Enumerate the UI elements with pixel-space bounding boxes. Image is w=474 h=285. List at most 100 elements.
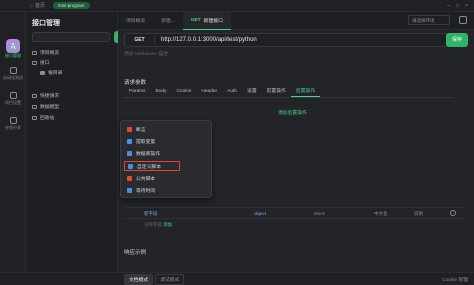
method-select[interactable]: GET bbox=[125, 37, 155, 43]
menu-item-extract[interactable]: 提取变量 bbox=[124, 136, 210, 146]
trash-icon bbox=[32, 115, 37, 120]
param-desc[interactable]: 说明 bbox=[414, 211, 423, 217]
menu-label: 断言 bbox=[136, 127, 146, 133]
minimize-icon[interactable]: – bbox=[447, 3, 450, 9]
tab-settings[interactable]: 设置 bbox=[242, 87, 262, 97]
response-title: 响应示例 bbox=[124, 250, 147, 256]
menu-label: 提取变量 bbox=[136, 139, 156, 145]
tab-label: 项目概览 bbox=[126, 19, 146, 24]
gear-icon[interactable] bbox=[450, 210, 456, 216]
tab-params[interactable]: Params bbox=[124, 87, 151, 97]
tree-label: 数据模型 bbox=[40, 105, 60, 110]
status-right: Cookie 管理 bbox=[442, 276, 468, 283]
menu-item-public-script[interactable]: 公共脚本 bbox=[124, 173, 210, 183]
tab-new-api[interactable]: GET 新建接口 bbox=[182, 11, 231, 30]
assert-icon bbox=[127, 126, 132, 132]
menu-item-assert[interactable]: 断言 bbox=[124, 124, 210, 134]
left-rail: A 接口管理 自动化测试 项目设置 在线分享 bbox=[0, 12, 26, 285]
menu-label: 数据库操作 bbox=[136, 151, 160, 157]
tree-item-overview[interactable]: 项目概览 bbox=[32, 49, 59, 56]
panel-title: 接口管理 bbox=[32, 20, 60, 27]
url-bar: GET http://127.0.0.1:3000/api/test/pytho… bbox=[124, 33, 448, 47]
maximize-icon[interactable]: □ bbox=[456, 3, 459, 9]
env-select[interactable]: 请选择环境 bbox=[408, 15, 450, 25]
status-bar: 文档模式 调试模式 Cookie 管理 bbox=[0, 272, 474, 285]
param-row: 新字段 object Mock 中文名 说明 bbox=[124, 207, 464, 219]
post-op-dropdown: 断言 提取变量 数据库操作 自定义脚本 公共脚本 等待时间 bbox=[120, 120, 212, 198]
test-icon bbox=[9, 67, 17, 74]
save-button[interactable]: 保存 bbox=[446, 33, 468, 47]
api-icon bbox=[9, 45, 17, 52]
param-mock[interactable]: Mock bbox=[314, 211, 325, 216]
folder-icon bbox=[40, 70, 45, 75]
tree-item-root[interactable]: 根目录 bbox=[40, 69, 62, 76]
quick-request-icon bbox=[32, 93, 37, 98]
rail-item-autotest[interactable]: 自动化测试 bbox=[0, 67, 26, 81]
params-title: 请求参数 bbox=[124, 80, 147, 86]
tab-auth[interactable]: Auth bbox=[222, 87, 242, 97]
share-icon bbox=[9, 117, 17, 124]
rail-label: 接口管理 bbox=[5, 53, 21, 58]
tree-item-api[interactable]: 接口 bbox=[32, 59, 50, 66]
home-icon: ⌂ bbox=[30, 2, 34, 9]
tree-item-trash[interactable]: 回收站 bbox=[32, 114, 54, 121]
menu-icon[interactable] bbox=[459, 16, 467, 24]
extract-icon bbox=[127, 138, 132, 144]
tab-overview[interactable]: 项目概览 bbox=[118, 12, 153, 30]
tree-label: 根目录 bbox=[48, 71, 63, 76]
doc-mode-button[interactable]: 文档模式 bbox=[124, 273, 154, 285]
rail-item-api[interactable]: 接口管理 bbox=[0, 45, 26, 59]
tree-item-model[interactable]: 数据模型 bbox=[32, 103, 59, 110]
mode-switch: 文档模式 调试模式 bbox=[124, 273, 185, 285]
tab-label: 新建接口 bbox=[203, 18, 223, 24]
menu-item-custom-script[interactable]: 自定义脚本 bbox=[124, 161, 180, 171]
tab-new[interactable]: 新建... bbox=[153, 12, 183, 30]
add-field-link[interactable]: 添加 bbox=[163, 222, 172, 227]
tab-cookie[interactable]: Cookie bbox=[171, 87, 196, 97]
menu-label: 公共脚本 bbox=[136, 176, 156, 182]
params-tabs: Params Body Cookie Header Auth 设置 前置操作 后… bbox=[124, 87, 454, 98]
rail-label: 在线分享 bbox=[5, 125, 21, 130]
title-bar: ⌂ 首页 mini-program – □ × bbox=[0, 0, 474, 12]
tree-label: 回收站 bbox=[40, 116, 55, 121]
search-input[interactable] bbox=[32, 32, 110, 42]
tab-bar: 项目概览 新建... GET 新建接口 请选择环境 bbox=[118, 11, 474, 30]
home-label: 首页 bbox=[35, 3, 46, 9]
cookie-manager-link[interactable]: Cookie 管理 bbox=[442, 276, 468, 283]
api-tree-panel: 接口管理 + 项目概览 接口 根目录 快捷请求 数据模型 回收站 bbox=[26, 12, 126, 285]
tree-label: 快捷请求 bbox=[40, 94, 60, 99]
tab-post[interactable]: 后置操作 bbox=[290, 87, 321, 97]
clock-icon bbox=[127, 187, 132, 193]
api-icon bbox=[32, 60, 37, 65]
tree-item-quick[interactable]: 快捷请求 bbox=[32, 92, 59, 99]
rail-item-share[interactable]: 在线分享 bbox=[0, 117, 26, 131]
script-icon bbox=[128, 163, 133, 169]
add-post-op-link[interactable]: 添加后置操作 bbox=[278, 109, 307, 116]
param-type[interactable]: object bbox=[254, 211, 266, 216]
menu-item-wait[interactable]: 等待时间 bbox=[124, 185, 210, 195]
rail-label: 自动化测试 bbox=[3, 75, 23, 80]
tree-label: 项目概览 bbox=[40, 51, 60, 56]
tab-label: 新建... bbox=[161, 19, 175, 24]
tab-method: GET bbox=[190, 17, 201, 23]
no-field-text: 没有字段 添加 bbox=[144, 222, 172, 228]
debug-mode-button[interactable]: 调试模式 bbox=[155, 273, 185, 285]
tab-pre[interactable]: 前置操作 bbox=[262, 87, 291, 97]
param-name[interactable]: 新字段 bbox=[144, 211, 158, 217]
tab-header[interactable]: Header bbox=[196, 87, 222, 97]
home-link[interactable]: ⌂ 首页 bbox=[30, 2, 46, 10]
tree-label: 接口 bbox=[40, 61, 50, 66]
param-chinese[interactable]: 中文名 bbox=[374, 211, 388, 217]
window-controls: – □ × bbox=[447, 3, 468, 9]
tab-body[interactable]: Body bbox=[151, 87, 172, 97]
url-input[interactable]: http://127.0.0.1:3000/api/test/python bbox=[155, 37, 257, 43]
overview-icon bbox=[32, 50, 37, 55]
env-pill[interactable]: mini-program bbox=[53, 2, 90, 9]
description-input[interactable]: 添加 Markdown 描述 bbox=[124, 50, 168, 57]
database-icon bbox=[127, 150, 132, 156]
model-icon bbox=[32, 104, 37, 109]
menu-item-database[interactable]: 数据库操作 bbox=[124, 148, 210, 158]
rail-item-settings[interactable]: 项目设置 bbox=[0, 92, 26, 106]
close-icon[interactable]: × bbox=[465, 3, 468, 9]
menu-label: 等待时间 bbox=[136, 188, 156, 194]
